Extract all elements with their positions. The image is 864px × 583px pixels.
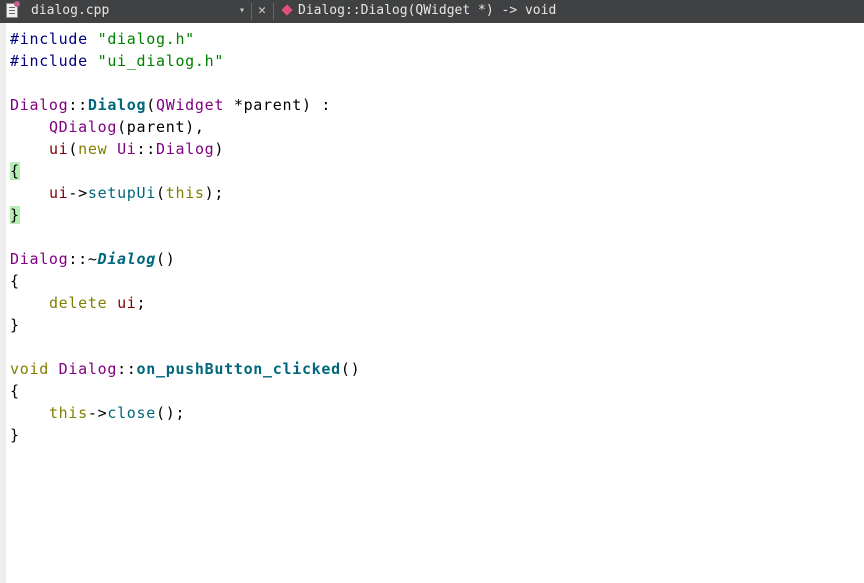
code-line[interactable]: #include "dialog.h" xyxy=(10,28,360,50)
code-token: delete xyxy=(48,294,108,312)
code-token: :: xyxy=(68,96,88,114)
code-token: :: xyxy=(136,140,157,158)
code-token: { xyxy=(10,162,20,180)
cpp-file-icon xyxy=(6,1,20,18)
code-editor[interactable]: #include "dialog.h" #include "ui_dialog.h… xyxy=(10,28,360,446)
code-token: *parent) : xyxy=(224,96,332,114)
editor-gutter xyxy=(0,23,6,583)
code-line[interactable]: { xyxy=(10,270,360,292)
code-line[interactable]: this->close(); xyxy=(10,402,360,424)
code-token: -> xyxy=(87,404,108,422)
code-line[interactable]: ui->setupUi(this); xyxy=(10,182,360,204)
code-token: ui xyxy=(48,184,69,202)
code-line[interactable] xyxy=(10,72,360,94)
code-line[interactable]: Dialog::~Dialog() xyxy=(10,248,360,270)
code-token: ui xyxy=(117,294,137,312)
current-symbol-selector[interactable]: Dialog::Dialog(QWidget *) -> void xyxy=(298,3,556,18)
code-token: } xyxy=(10,206,20,224)
code-line[interactable]: void Dialog::on_pushButton_clicked() xyxy=(10,358,360,380)
code-token: { xyxy=(10,272,20,290)
code-token: Dialog xyxy=(58,360,118,378)
code-token: () xyxy=(340,360,361,378)
code-token: this xyxy=(165,184,205,202)
code-token: () xyxy=(155,250,176,268)
code-line[interactable]: ui(new Ui::Dialog) xyxy=(10,138,360,160)
code-token: Ui xyxy=(117,140,137,158)
editor-toolbar: dialog.cpp ▾ ✕ Dialog::Dialog(QWidget *)… xyxy=(0,0,864,23)
code-token: this xyxy=(48,404,88,422)
code-token: ) xyxy=(214,140,225,158)
code-token: setupUi xyxy=(87,184,156,202)
chevron-down-icon[interactable]: ▾ xyxy=(236,3,248,19)
code-token: #include xyxy=(10,30,88,48)
code-token: :: xyxy=(117,360,137,378)
code-token: Dialog xyxy=(10,250,69,268)
code-line[interactable] xyxy=(10,226,360,248)
code-token: } xyxy=(10,316,20,334)
close-icon[interactable]: ✕ xyxy=(255,3,269,19)
code-line[interactable]: } xyxy=(10,314,360,336)
code-line[interactable]: #include "ui_dialog.h" xyxy=(10,50,360,72)
code-line[interactable]: delete ui; xyxy=(10,292,360,314)
code-token: #include xyxy=(10,52,88,70)
code-line[interactable]: { xyxy=(10,380,360,402)
toolbar-divider xyxy=(273,3,274,20)
code-line[interactable]: { xyxy=(10,160,360,182)
code-token: (parent), xyxy=(117,118,205,136)
code-token: ( xyxy=(68,140,79,158)
code-line[interactable]: } xyxy=(10,204,360,226)
code-token: (); xyxy=(156,404,186,422)
code-token: new xyxy=(78,140,108,158)
code-token: ::~ xyxy=(68,250,98,268)
code-token: close xyxy=(107,404,156,422)
code-line[interactable]: Dialog::Dialog(QWidget *parent) : xyxy=(10,94,360,116)
code-token: ( xyxy=(156,184,166,202)
code-token: Dialog xyxy=(97,250,156,268)
code-token: Dialog xyxy=(10,96,69,114)
code-token: QDialog xyxy=(48,118,118,136)
toolbar-divider xyxy=(251,3,252,20)
code-token: "dialog.h" xyxy=(97,30,195,48)
code-token: ui xyxy=(48,140,69,158)
code-token: } xyxy=(10,426,20,444)
code-line[interactable]: QDialog(parent), xyxy=(10,116,360,138)
code-token: ); xyxy=(204,184,225,202)
code-token: "ui_dialog.h" xyxy=(97,52,225,70)
code-token: Dialog xyxy=(156,140,215,158)
code-token: QWidget xyxy=(155,96,225,114)
code-token: ( xyxy=(146,96,156,114)
code-token: void xyxy=(10,360,49,378)
code-token: { xyxy=(10,382,20,400)
code-line[interactable]: } xyxy=(10,424,360,446)
code-token: -> xyxy=(68,184,88,202)
code-token: ; xyxy=(136,294,147,312)
code-line[interactable] xyxy=(10,336,360,358)
code-token: on_pushButton_clicked xyxy=(136,360,341,378)
symbol-icon xyxy=(281,4,293,16)
code-token: Dialog xyxy=(87,96,147,114)
open-file-name[interactable]: dialog.cpp xyxy=(31,3,109,18)
